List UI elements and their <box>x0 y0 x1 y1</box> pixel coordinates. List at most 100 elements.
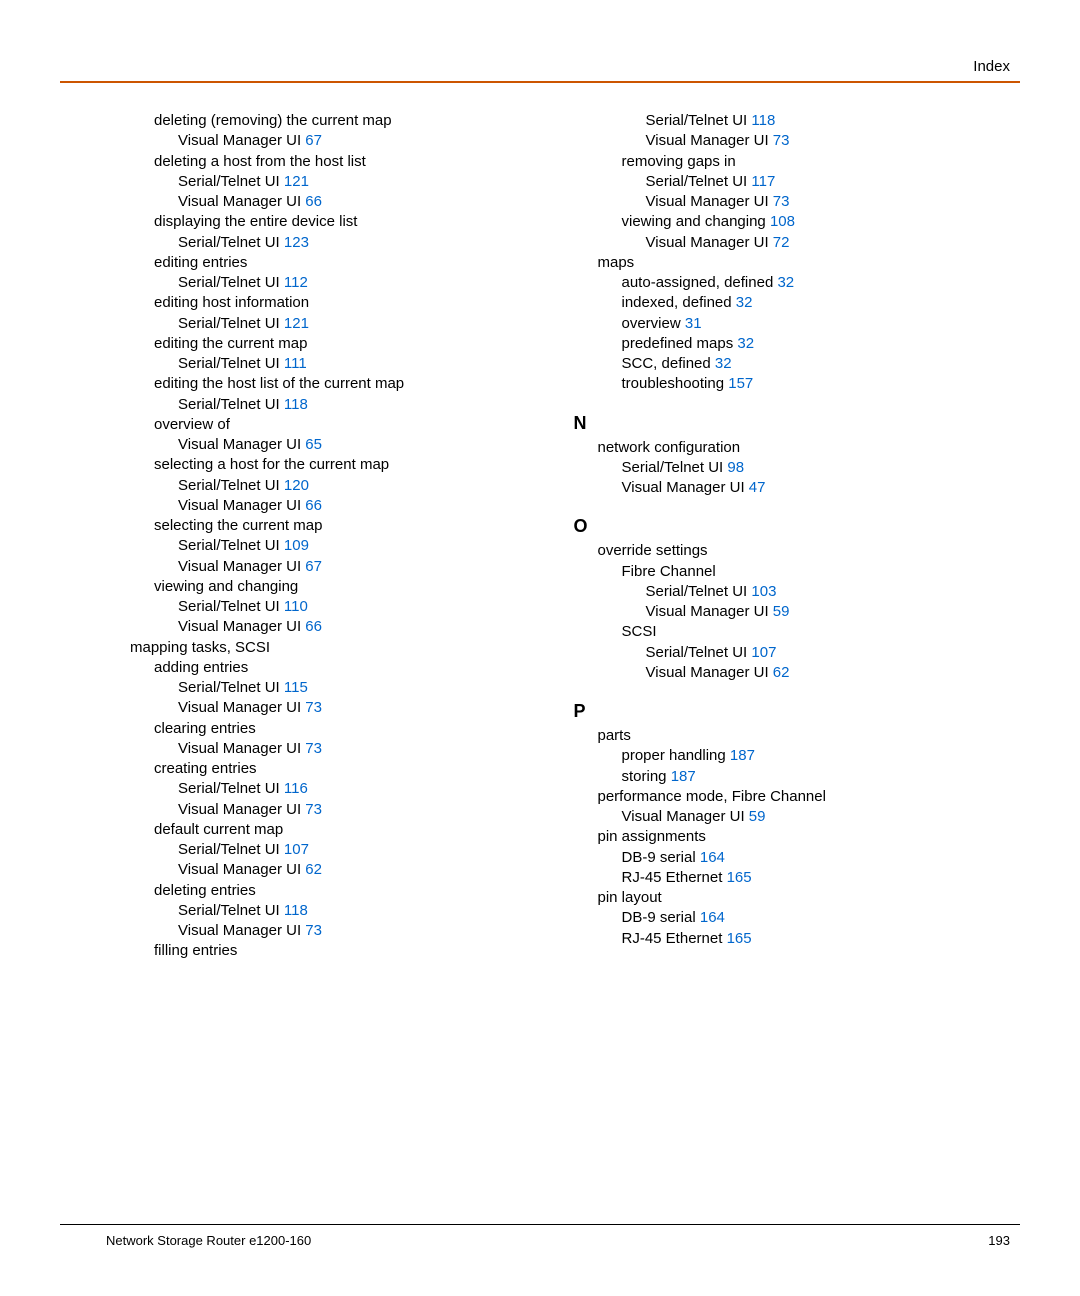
page-reference-link[interactable]: 32 <box>736 294 753 311</box>
index-entry: Visual Manager UI 67 <box>178 131 548 151</box>
index-entry-text: Serial/Telnet UI <box>178 173 284 190</box>
page-reference-link[interactable]: 109 <box>284 537 309 554</box>
page-reference-link[interactable]: 59 <box>749 808 766 825</box>
index-entry: Visual Manager UI 62 <box>646 663 1016 683</box>
index-entry: Visual Manager UI 72 <box>646 233 1016 253</box>
index-entry-text: maps <box>598 254 635 271</box>
index-entry-text: selecting a host for the current map <box>154 456 389 473</box>
page-reference-link[interactable]: 111 <box>284 355 307 372</box>
page-reference-link[interactable]: 164 <box>700 849 725 866</box>
index-entry: Serial/Telnet UI 110 <box>178 597 548 617</box>
index-entry-text: Visual Manager UI <box>646 193 773 210</box>
page-reference-link[interactable]: 65 <box>305 436 322 453</box>
index-entry: Serial/Telnet UI 120 <box>178 476 548 496</box>
index-entry: viewing and changing <box>154 577 548 597</box>
index-entry: editing the host list of the current map <box>154 374 548 394</box>
page-reference-link[interactable]: 62 <box>773 664 790 681</box>
page-reference-link[interactable]: 165 <box>727 930 752 947</box>
index-entry: Serial/Telnet UI 115 <box>178 678 548 698</box>
index-entry: Serial/Telnet UI 107 <box>178 840 548 860</box>
index-entry-text: selecting the current map <box>154 517 322 534</box>
page-reference-link[interactable]: 110 <box>284 598 308 615</box>
page-reference-link[interactable]: 66 <box>305 193 322 210</box>
page-reference-link[interactable]: 164 <box>700 909 725 926</box>
page-reference-link[interactable]: 98 <box>727 459 744 476</box>
page-reference-link[interactable]: 115 <box>284 679 308 696</box>
page-reference-link[interactable]: 73 <box>305 801 322 818</box>
page-reference-link[interactable]: 32 <box>737 335 754 352</box>
page-reference-link[interactable]: 165 <box>727 869 752 886</box>
index-entry: clearing entries <box>154 719 548 739</box>
page-reference-link[interactable]: 107 <box>284 841 309 858</box>
page-reference-link[interactable]: 73 <box>305 922 322 939</box>
index-entry: removing gaps in <box>622 152 1016 172</box>
index-entry-text: Serial/Telnet UI <box>646 644 752 661</box>
index-entry: Serial/Telnet UI 103 <box>646 582 1016 602</box>
page-reference-link[interactable]: 73 <box>773 132 790 149</box>
page-reference-link[interactable]: 67 <box>305 558 322 575</box>
index-entry: maps <box>598 253 1016 273</box>
page-reference-link[interactable]: 62 <box>305 861 322 878</box>
index-entry-text: proper handling <box>622 747 730 764</box>
index-entry: Visual Manager UI 66 <box>178 496 548 516</box>
index-entry: Serial/Telnet UI 118 <box>178 395 548 415</box>
page-reference-link[interactable]: 112 <box>284 274 308 291</box>
page-reference-link[interactable]: 32 <box>715 355 732 372</box>
page-reference-link[interactable]: 66 <box>305 618 322 635</box>
page-reference-link[interactable]: 67 <box>305 132 322 149</box>
page-reference-link[interactable]: 120 <box>284 477 309 494</box>
index-entry: Visual Manager UI 73 <box>646 131 1016 151</box>
page-reference-link[interactable]: 118 <box>284 396 308 413</box>
page-reference-link[interactable]: 117 <box>751 173 775 190</box>
page-reference-link[interactable]: 66 <box>305 497 322 514</box>
header-rule <box>60 81 1020 83</box>
page-reference-link[interactable]: 73 <box>773 193 790 210</box>
index-entry-text: Visual Manager UI <box>646 234 773 251</box>
index-entry-text: Visual Manager UI <box>178 699 305 716</box>
index-entry-text: Serial/Telnet UI <box>646 112 752 129</box>
index-entry-text: Visual Manager UI <box>646 664 773 681</box>
page-reference-link[interactable]: 73 <box>305 740 322 757</box>
page-reference-link[interactable]: 72 <box>773 234 790 251</box>
index-entry-text: Serial/Telnet UI <box>622 459 728 476</box>
section-letter: N <box>574 413 1016 434</box>
index-entry-text: Serial/Telnet UI <box>178 780 284 797</box>
page-reference-link[interactable]: 108 <box>770 213 795 230</box>
page-reference-link[interactable]: 118 <box>284 902 308 919</box>
index-entry: Serial/Telnet UI 121 <box>178 172 548 192</box>
index-entry: overview 31 <box>622 314 1016 334</box>
index-entry-text: displaying the entire device list <box>154 213 357 230</box>
page-reference-link[interactable]: 32 <box>777 274 794 291</box>
index-entry-text: SCSI <box>622 623 657 640</box>
page-reference-link[interactable]: 123 <box>284 234 309 251</box>
page-reference-link[interactable]: 73 <box>305 699 322 716</box>
index-entry-text: Serial/Telnet UI <box>178 315 284 332</box>
index-entry-text: indexed, defined <box>622 294 736 311</box>
page-reference-link[interactable]: 31 <box>685 315 702 332</box>
page-reference-link[interactable]: 187 <box>730 747 755 764</box>
index-entry-text: Serial/Telnet UI <box>646 173 752 190</box>
footer: Network Storage Router e1200-160 193 <box>60 1224 1020 1248</box>
page-reference-link[interactable]: 118 <box>751 112 775 129</box>
page-reference-link[interactable]: 47 <box>749 479 766 496</box>
index-entry: Serial/Telnet UI 117 <box>646 172 1016 192</box>
page-reference-link[interactable]: 59 <box>773 603 790 620</box>
index-entry-text: Visual Manager UI <box>178 801 305 818</box>
page-reference-link[interactable]: 121 <box>284 315 309 332</box>
index-entry: storing 187 <box>622 767 1016 787</box>
index-entry: displaying the entire device list <box>154 212 548 232</box>
page-reference-link[interactable]: 157 <box>728 375 753 392</box>
page-reference-link[interactable]: 116 <box>284 780 308 797</box>
index-entry-text: Visual Manager UI <box>646 132 773 149</box>
index-entry: Visual Manager UI 65 <box>178 435 548 455</box>
section-letter: P <box>574 701 1016 722</box>
page-reference-link[interactable]: 187 <box>671 768 696 785</box>
index-entry: adding entries <box>154 658 548 678</box>
page-reference-link[interactable]: 103 <box>751 583 776 600</box>
index-entry-text: Serial/Telnet UI <box>178 396 284 413</box>
page-reference-link[interactable]: 121 <box>284 173 309 190</box>
index-entry: editing entries <box>154 253 548 273</box>
page-reference-link[interactable]: 107 <box>751 644 776 661</box>
index-entry: default current map <box>154 820 548 840</box>
index-entry: RJ-45 Ethernet 165 <box>622 868 1016 888</box>
